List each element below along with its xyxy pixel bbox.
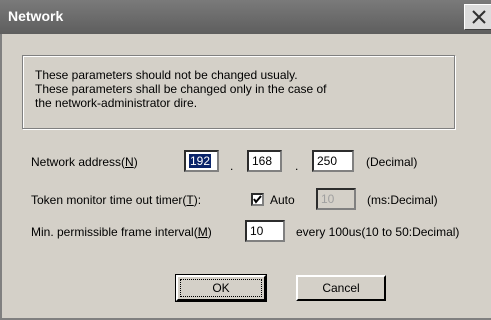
ok-button[interactable]: OK [175,274,267,302]
token-timer-input: 10 [316,188,356,210]
token-timer-label: Token monitor time out timer(T): [31,193,201,207]
label-text: Token monitor time out timer( [31,193,187,207]
notice-line: These parameters shall be changed only i… [35,82,327,96]
token-timer-unit: (ms:Decimal) [367,193,438,207]
close-icon [472,10,486,24]
frame-interval-label: Min. permissible frame interval(M) [31,225,212,239]
close-button[interactable] [464,4,491,30]
label-text: ): [193,193,202,207]
field-value: 10 [250,224,264,238]
ok-button-label: OK [180,279,262,297]
frame-interval-input[interactable]: 10 [245,220,285,242]
hotkey-letter: T [186,193,194,207]
notice-line: the network-administrator dire. [35,96,198,110]
notice-box: These parameters should not be changed u… [22,55,455,129]
auto-checkbox[interactable] [251,193,264,206]
network-address-octet2-input[interactable]: 168 [247,150,282,172]
label-text: ) [207,225,212,239]
field-value: 168 [252,154,273,168]
title-bar[interactable]: Network [0,0,491,34]
label-text: Network address( [31,155,126,169]
checkmark-icon [253,195,262,204]
network-address-octet3-input[interactable]: 250 [312,150,354,172]
hotkey-letter: N [125,155,134,169]
network-address-label: Network address(N) [31,155,138,169]
dialog-title: Network [8,8,64,24]
network-dialog: Network These parameters should not be c… [0,0,491,320]
auto-label[interactable]: Auto [270,193,295,207]
field-value: 250 [317,154,338,168]
window-border [0,34,2,320]
network-address-unit: (Decimal) [366,155,418,169]
selected-text: 192 [189,154,212,168]
label-text: ) [133,155,138,169]
label-text: Min. permissible frame interval( [31,225,198,239]
cancel-button[interactable]: Cancel [296,275,386,301]
field-value: 10 [321,192,335,206]
hotkey-letter: M [197,225,208,239]
network-address-octet1-input[interactable]: 192 [184,150,219,172]
octet-separator: . [295,159,299,173]
frame-interval-unit: every 100us(10 to 50:Decimal) [296,225,460,239]
octet-separator: . [230,159,234,173]
notice-line: These parameters should not be changed u… [35,68,298,82]
